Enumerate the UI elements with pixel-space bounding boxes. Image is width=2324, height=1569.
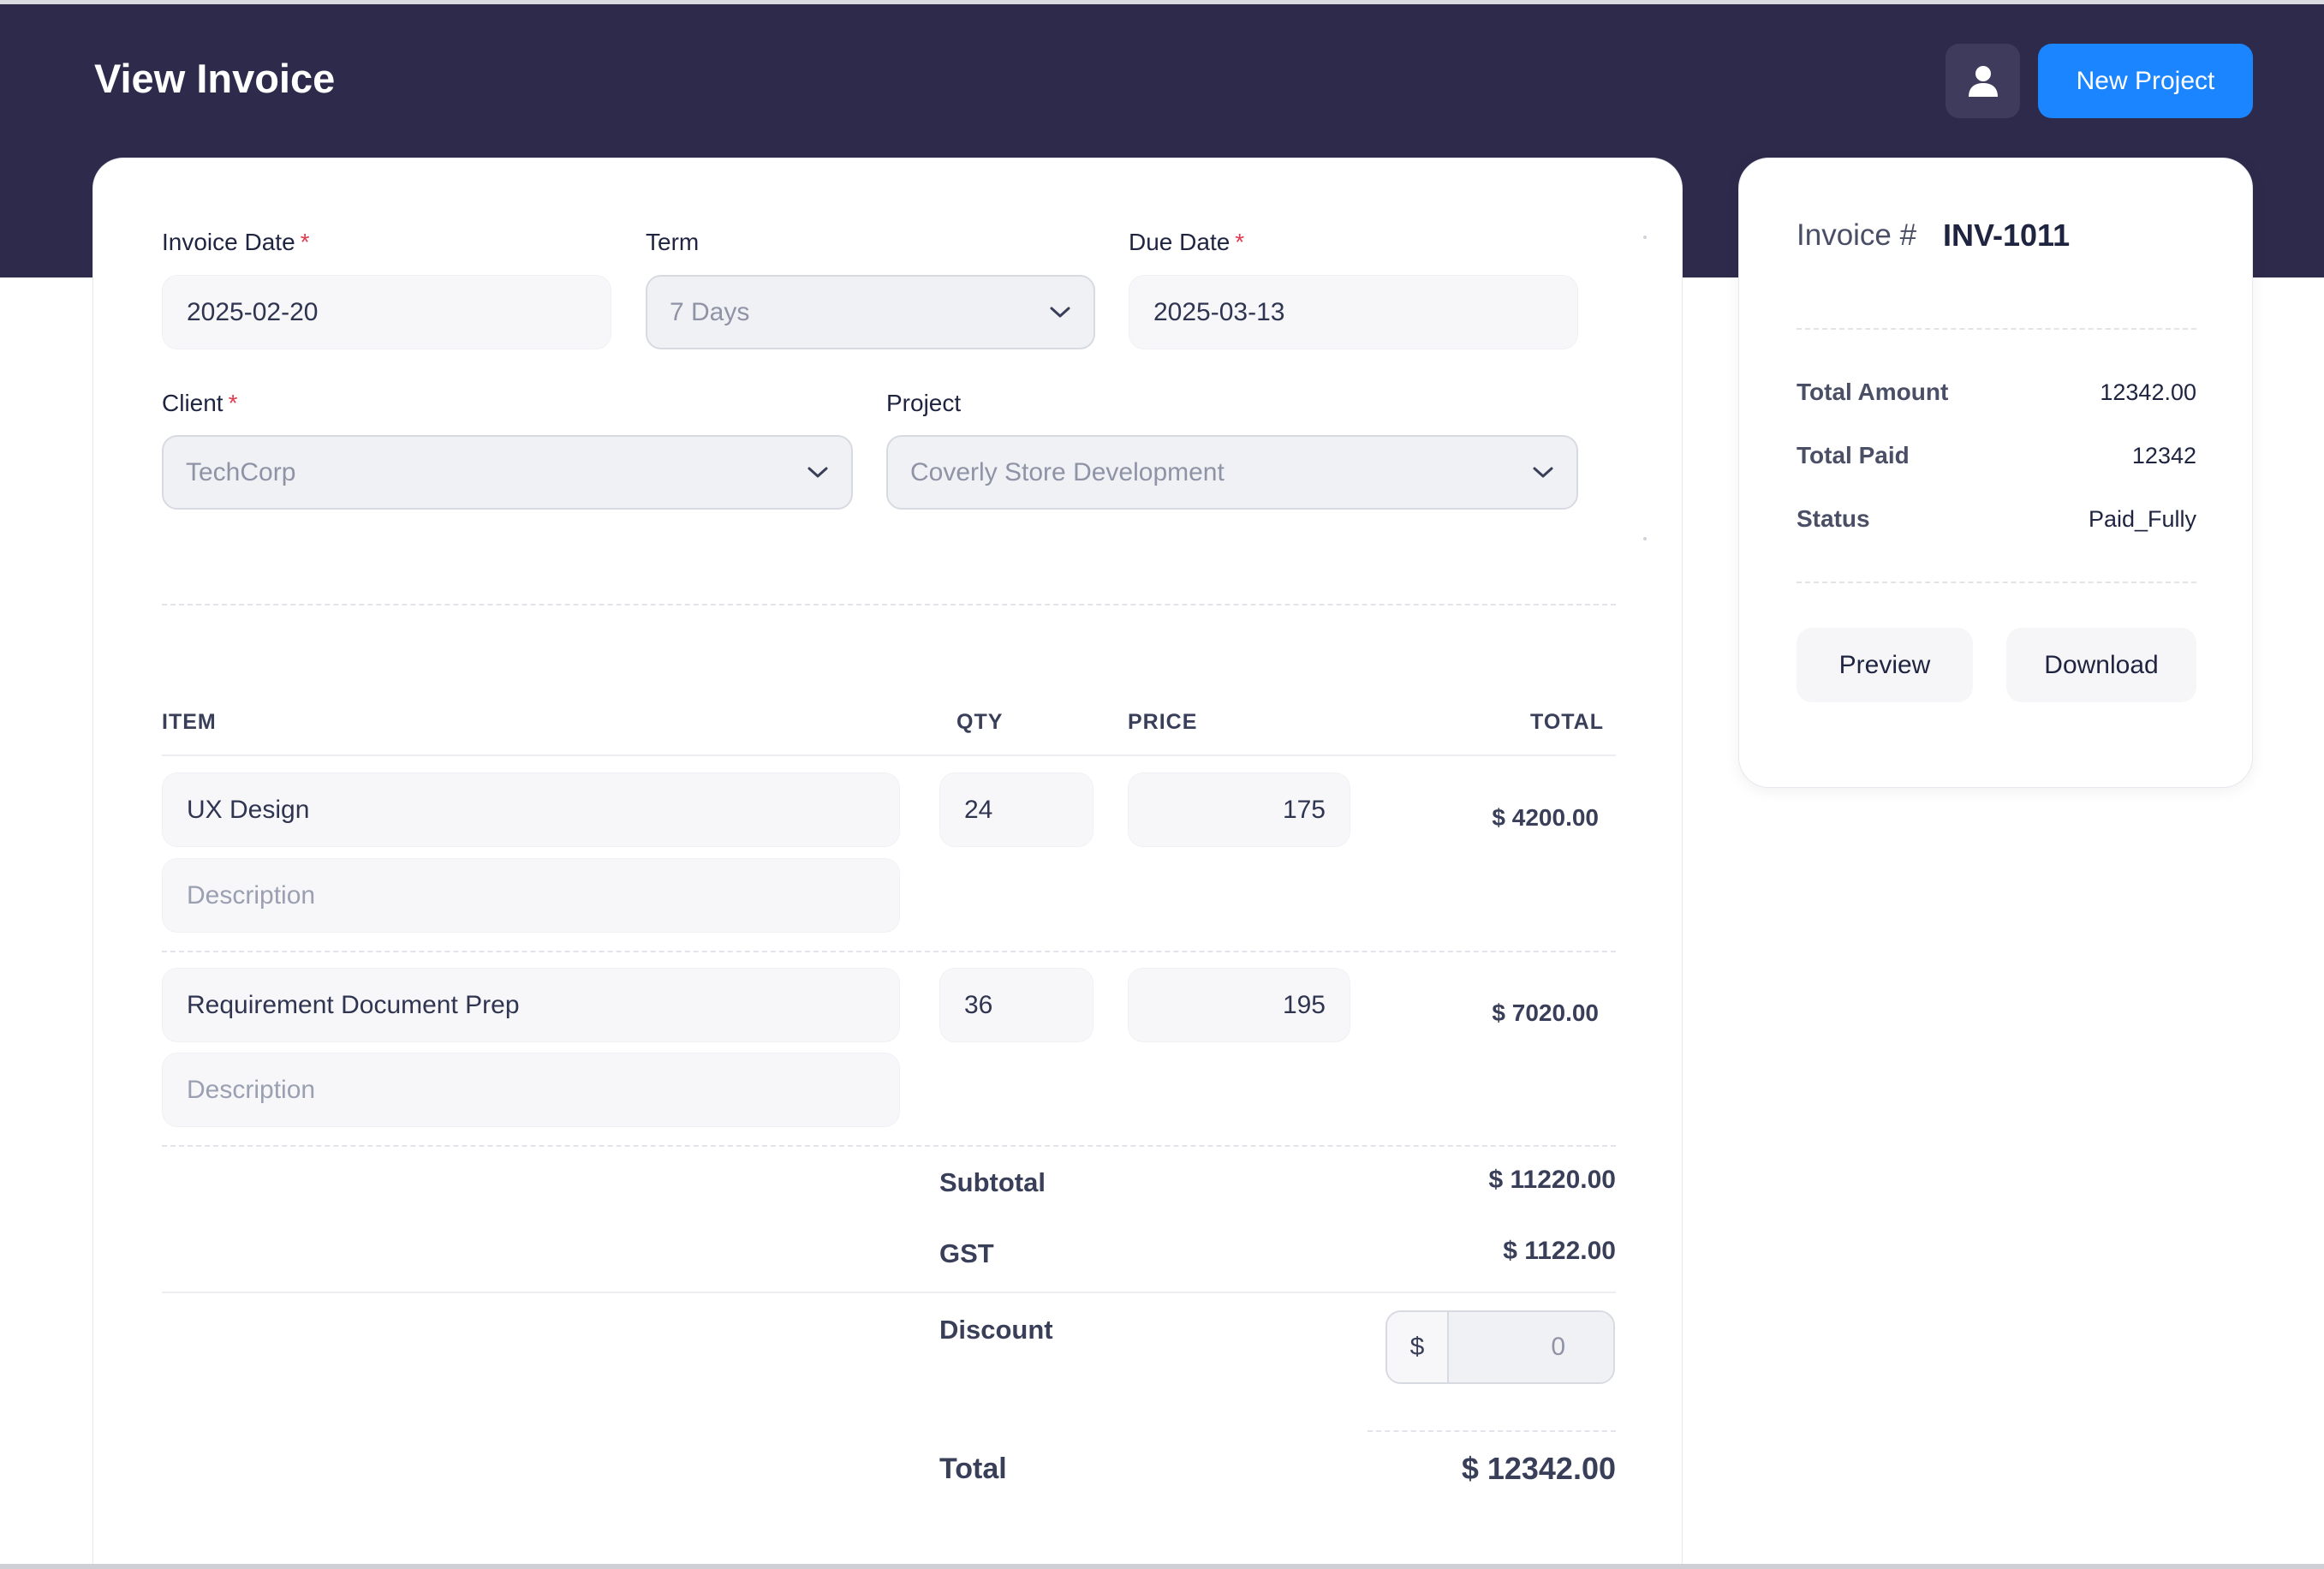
table-row-total: $ 4200.00: [1492, 804, 1599, 831]
term-value: 7 Days: [670, 297, 750, 326]
required-marker: *: [228, 390, 238, 416]
card-divider: [1797, 582, 2196, 583]
price-value: 175: [1282, 795, 1326, 824]
description-placeholder: Description: [187, 1075, 316, 1104]
scrollbar-marker: [1643, 537, 1647, 540]
invoice-summary-card: Invoice # INV-1011 Total Amount 12342.00…: [1738, 158, 2253, 788]
gst-label: GST: [939, 1238, 994, 1268]
status-value: Paid_Fully: [2088, 506, 2196, 532]
total-amount-label: Total Amount: [1797, 379, 1949, 405]
summary-divider: [162, 1292, 1616, 1293]
invoice-date-label: Invoice Date *: [162, 229, 310, 256]
total-amount-value: 12342.00: [2100, 379, 2196, 405]
table-row-price-input[interactable]: 195: [1128, 968, 1350, 1042]
total-divider: [1368, 1430, 1616, 1432]
table-row-item-input[interactable]: UX Design: [162, 773, 900, 847]
qty-value: 24: [964, 795, 993, 824]
section-divider: [162, 604, 1616, 606]
qty-value: 36: [964, 990, 993, 1019]
due-date-label: Due Date *: [1129, 229, 1244, 256]
status-label: Status: [1797, 505, 1870, 532]
column-header-item: ITEM: [162, 710, 217, 734]
item-name-value: UX Design: [187, 795, 310, 824]
client-select[interactable]: TechCorp: [162, 435, 853, 510]
total-label: Total: [939, 1453, 1007, 1485]
column-header-qty: QTY: [956, 710, 1004, 734]
user-avatar-button[interactable]: [1946, 44, 2020, 118]
invoice-date-input[interactable]: 2025-02-20: [162, 275, 611, 349]
gst-value: $ 1122.00: [1503, 1237, 1616, 1265]
chevron-down-icon: [807, 462, 829, 484]
due-date-value: 2025-03-13: [1153, 297, 1285, 326]
currency-prefix: $: [1387, 1312, 1449, 1382]
table-row-qty-input[interactable]: 36: [939, 968, 1093, 1042]
row-divider: [162, 951, 1616, 952]
client-label-text: Client: [162, 390, 223, 416]
term-select[interactable]: 7 Days: [646, 275, 1095, 349]
subtotal-label: Subtotal: [939, 1167, 1046, 1197]
term-label: Term: [646, 229, 700, 255]
total-value: $ 12342.00: [1461, 1451, 1616, 1486]
page-title: View Invoice: [94, 56, 336, 101]
total-paid-value: 12342: [2131, 443, 2196, 468]
table-header-divider: [162, 755, 1616, 756]
table-row-total: $ 7020.00: [1492, 999, 1599, 1026]
column-header-total: TOTAL: [1530, 710, 1605, 734]
required-marker: *: [300, 229, 310, 255]
invoice-number: INV-1011: [1943, 218, 2071, 253]
table-row-description-input[interactable]: Description: [162, 858, 900, 933]
chevron-down-icon: [1532, 462, 1554, 484]
discount-label: Discount: [939, 1315, 1053, 1345]
required-marker: *: [1235, 229, 1245, 255]
description-placeholder: Description: [187, 880, 316, 910]
table-row-qty-input[interactable]: 24: [939, 773, 1093, 847]
column-header-price: PRICE: [1128, 710, 1198, 734]
window-bottom-border: [0, 1564, 2324, 1569]
invoice-number-label: Invoice #: [1797, 218, 1917, 252]
item-name-value: Requirement Document Prep: [187, 990, 520, 1019]
price-value: 195: [1282, 990, 1326, 1019]
new-project-button[interactable]: New Project: [2038, 44, 2253, 118]
discount-input-group[interactable]: $ 0: [1385, 1310, 1615, 1384]
due-date-label-text: Due Date: [1129, 229, 1231, 255]
row-divider: [162, 1145, 1616, 1147]
subtotal-value: $ 11220.00: [1488, 1166, 1617, 1194]
table-row-price-input[interactable]: 175: [1128, 773, 1350, 847]
download-button[interactable]: Download: [2006, 628, 2196, 702]
project-label: Project: [886, 390, 962, 416]
client-label: Client *: [162, 390, 238, 417]
scrollbar-marker: [1643, 236, 1647, 239]
user-icon: [1968, 65, 1998, 97]
project-select[interactable]: Coverly Store Development: [886, 435, 1578, 510]
client-value: TechCorp: [186, 457, 296, 486]
table-row-description-input[interactable]: Description: [162, 1053, 900, 1127]
invoice-date-value: 2025-02-20: [187, 297, 319, 326]
card-divider: [1797, 328, 2196, 330]
discount-input[interactable]: 0: [1449, 1312, 1613, 1382]
total-paid-label: Total Paid: [1797, 442, 1910, 468]
preview-button[interactable]: Preview: [1797, 628, 1973, 702]
chevron-down-icon: [1049, 301, 1071, 324]
invoice-date-label-text: Invoice Date: [162, 229, 295, 255]
table-row-item-input[interactable]: Requirement Document Prep: [162, 968, 900, 1042]
project-value: Coverly Store Development: [910, 457, 1225, 486]
due-date-input[interactable]: 2025-03-13: [1129, 275, 1578, 349]
